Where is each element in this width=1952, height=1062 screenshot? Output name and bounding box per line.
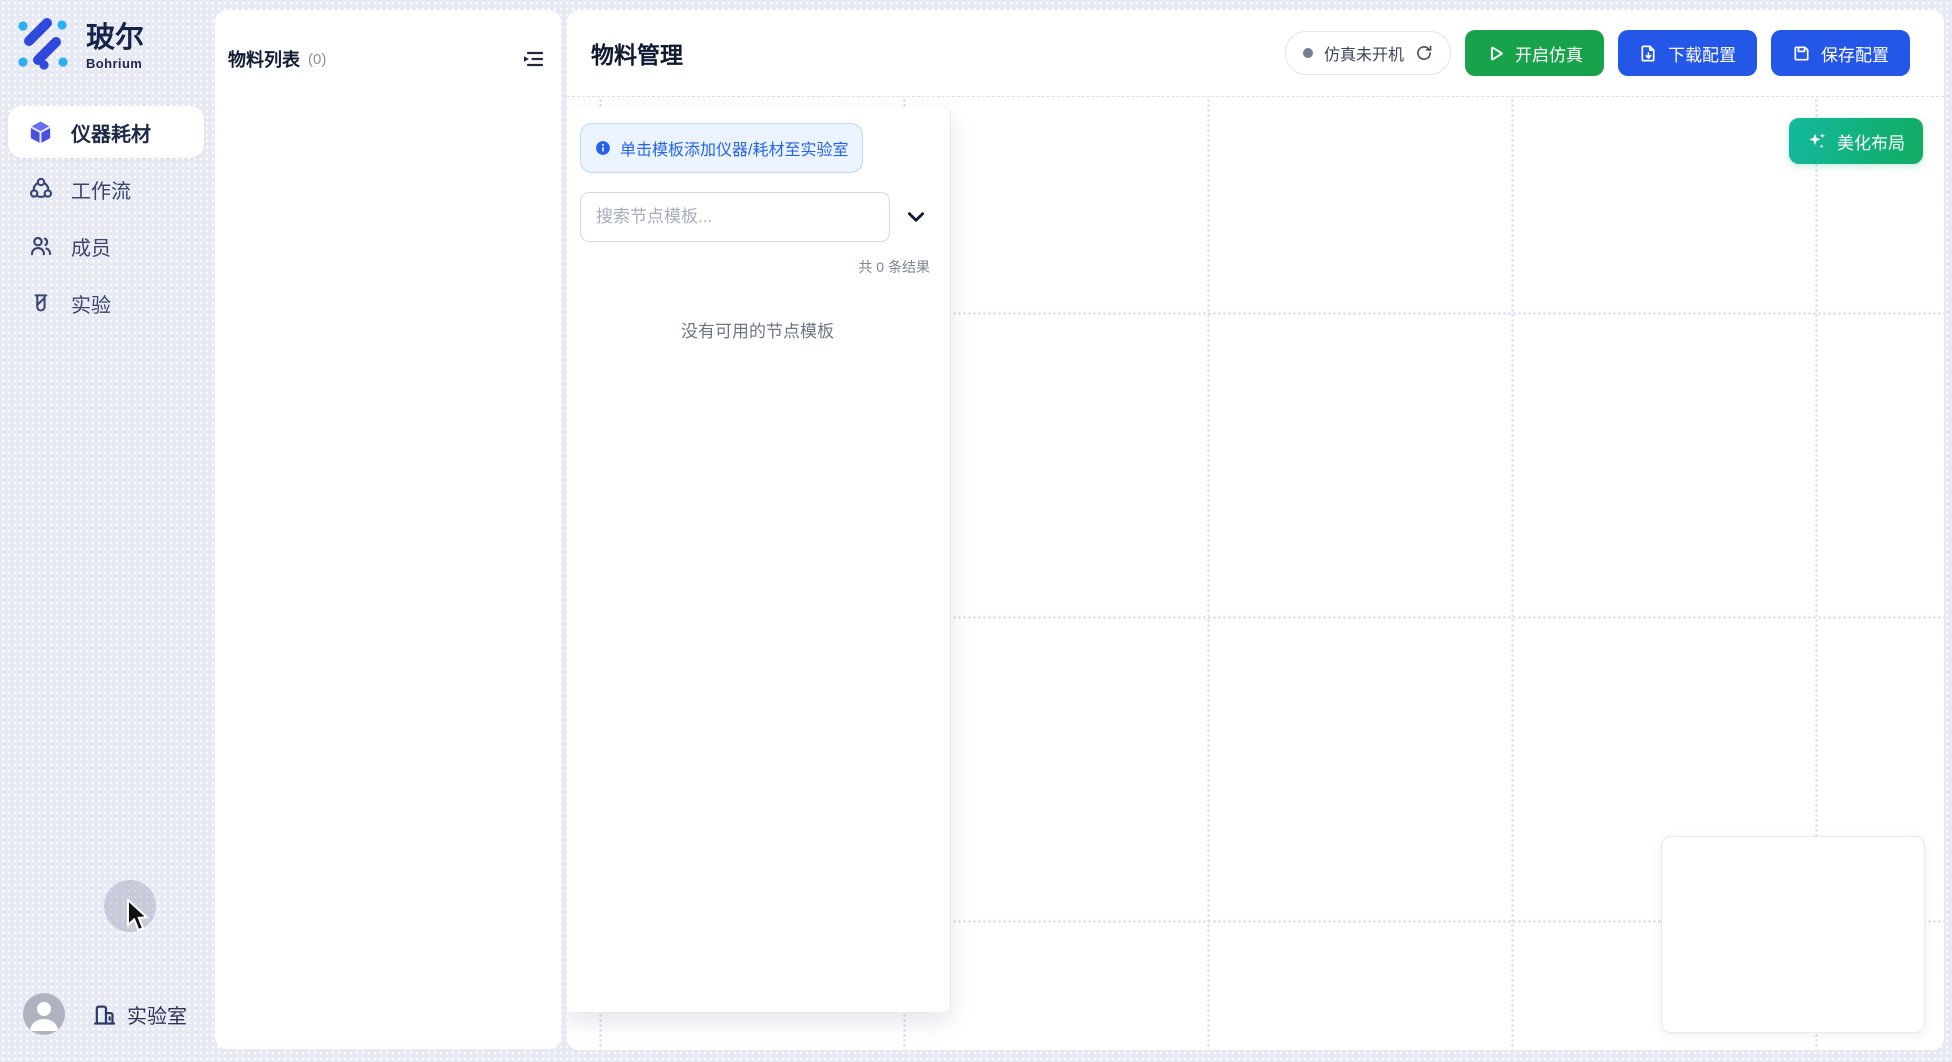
materials-list-panel: 物料列表 (0) [215, 10, 561, 1049]
sidebar-item-workflow[interactable]: 工作流 [8, 163, 204, 215]
sidebar-item-label: 仪器耗材 [71, 118, 151, 147]
user-avatar[interactable] [23, 993, 65, 1035]
lab-label: 实验室 [127, 1000, 187, 1029]
brand-text: 玻尔 Bohrium [86, 15, 144, 71]
template-search-row [580, 192, 935, 242]
refresh-icon[interactable] [1415, 44, 1433, 62]
test-tube-icon [27, 290, 54, 317]
members-icon [27, 233, 54, 260]
info-banner: 单击模板添加仪器/耗材至实验室 [580, 123, 863, 173]
info-icon [595, 140, 611, 156]
download-config-button[interactable]: 下载配置 [1618, 30, 1757, 76]
sim-status-pill[interactable]: 仿真未开机 [1285, 31, 1451, 75]
minimap[interactable] [1661, 836, 1925, 1033]
node-template-panel: 单击模板添加仪器/耗材至实验室 共 0 条结果 没有可用的节点模板 [567, 107, 951, 1012]
sidebar-item-label: 实验 [71, 289, 111, 318]
materials-list-header: 物料列表 (0) [215, 10, 561, 72]
save-config-button[interactable]: 保存配置 [1771, 30, 1910, 76]
play-icon [1486, 44, 1505, 63]
page-title: 物料管理 [591, 36, 683, 70]
sidebar-item-members[interactable]: 成员 [8, 220, 204, 272]
layout-canvas[interactable]: 单击模板添加仪器/耗材至实验室 共 0 条结果 没有可用的节点模板 [567, 98, 1944, 1050]
materials-list-title: 物料列表 [228, 46, 300, 72]
sidebar-footer: 实验室 [23, 993, 187, 1035]
materials-list-count: (0) [308, 51, 326, 68]
main-header: 物料管理 仿真未开机 开启仿真 [567, 10, 1944, 97]
start-simulation-button[interactable]: 开启仿真 [1465, 30, 1604, 76]
start-simulation-label: 开启仿真 [1515, 41, 1583, 66]
file-download-icon [1639, 44, 1658, 63]
status-dot-icon [1303, 48, 1313, 58]
mouse-cursor [126, 899, 150, 933]
sidebar-item-label: 工作流 [71, 175, 131, 204]
workflow-icon [27, 176, 54, 203]
empty-templates-text: 没有可用的节点模板 [580, 317, 935, 342]
info-banner-text: 单击模板添加仪器/耗材至实验室 [620, 136, 848, 160]
header-controls: 仿真未开机 开启仿真 [1285, 30, 1910, 76]
building-icon [91, 1001, 118, 1028]
sidebar-item-label: 成员 [71, 232, 111, 261]
brand-subname: Bohrium [86, 56, 144, 71]
brand-logo: 玻尔 Bohrium [14, 15, 144, 72]
main-content: 物料管理 仿真未开机 开启仿真 [567, 10, 1944, 1050]
sparkles-icon [1807, 131, 1827, 151]
sim-status-label: 仿真未开机 [1324, 41, 1404, 65]
sidebar-item-experiments[interactable]: 实验 [8, 277, 204, 329]
save-icon [1792, 44, 1811, 63]
bohrium-logo-icon [14, 15, 71, 72]
cube-icon [27, 119, 54, 146]
brand-name: 玻尔 [86, 21, 144, 55]
beautify-layout-label: 美化布局 [1837, 129, 1905, 154]
result-count: 共 0 条结果 [580, 257, 935, 277]
download-config-label: 下载配置 [1668, 41, 1736, 66]
save-config-label: 保存配置 [1821, 41, 1889, 66]
sidebar: 玻尔 Bohrium 仪器耗材 [0, 0, 215, 1062]
collapse-panel-icon[interactable] [521, 47, 545, 71]
sidebar-nav: 仪器耗材 工作流 成员 [8, 106, 204, 329]
template-search-input[interactable] [580, 192, 890, 242]
chevron-down-icon[interactable] [905, 206, 927, 228]
sidebar-item-instruments[interactable]: 仪器耗材 [8, 106, 204, 158]
lab-selector[interactable]: 实验室 [91, 1000, 187, 1029]
beautify-layout-button[interactable]: 美化布局 [1789, 118, 1923, 164]
